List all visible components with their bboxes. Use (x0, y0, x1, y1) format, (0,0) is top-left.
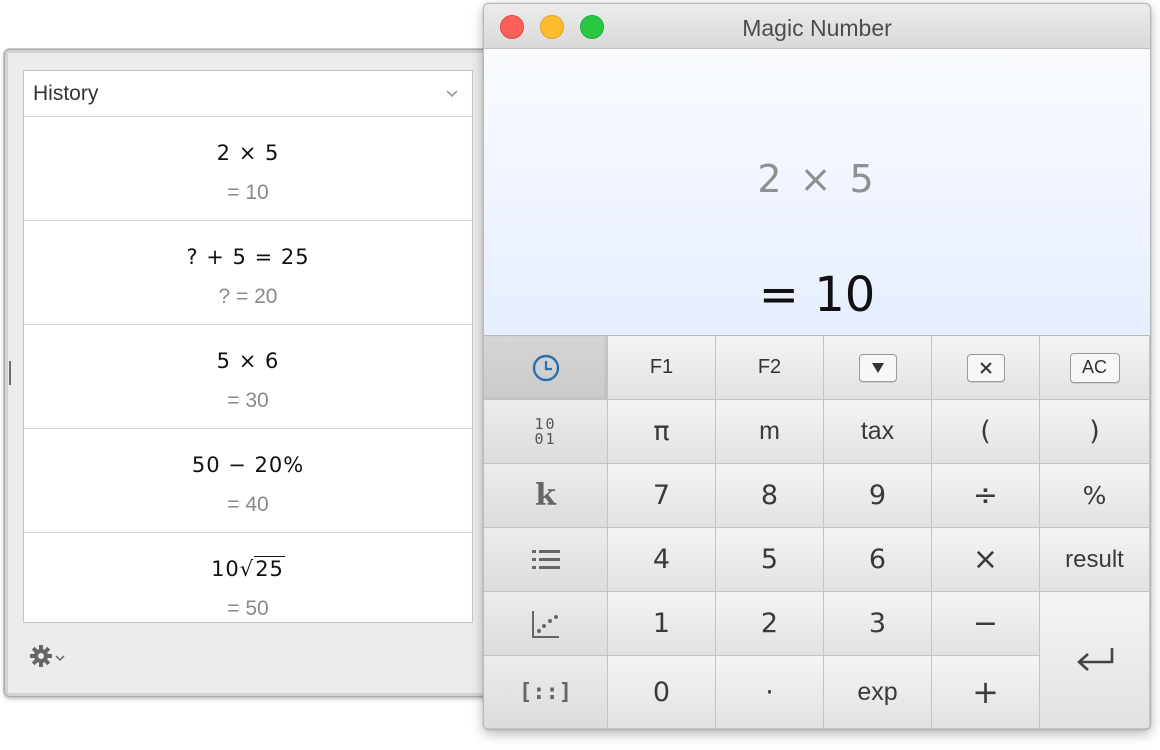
history-entry[interactable]: 5 × 6 = 30 (24, 325, 472, 429)
zero-button[interactable]: 0 (608, 656, 716, 729)
history-entry[interactable]: 10√25 = 50 (24, 533, 472, 622)
expression-coefficient: 10 (211, 557, 240, 581)
drawer-resize-handle[interactable] (9, 361, 11, 385)
triangle-down-icon (858, 353, 897, 382)
close-icon (966, 353, 1005, 382)
history-entry[interactable]: 50 − 20% = 40 (24, 429, 472, 533)
list-icon (531, 549, 560, 569)
right-paren-button[interactable]: ) (1040, 400, 1150, 464)
seven-button[interactable]: 7 (608, 464, 716, 528)
all-clear-button[interactable]: AC (1040, 336, 1150, 400)
gear-icon[interactable] (29, 644, 69, 668)
plus-button[interactable]: + (932, 656, 1040, 729)
scatter-plot-icon (531, 610, 559, 638)
history-entry[interactable]: ? + 5 = 25 ? = 20 (24, 221, 472, 325)
keypad: F1 F2 AC 10 01 π m tax ( ) k 7 8 9 ÷ % 4… (484, 336, 1150, 729)
calculator-display: 2 × 5 = 10 (484, 49, 1150, 336)
exp-button[interactable]: exp (824, 656, 932, 729)
display-result: = 10 (758, 267, 876, 323)
one-button[interactable]: 1 (608, 592, 716, 656)
multiply-button[interactable]: × (932, 528, 1040, 592)
calculator-window: Magic Number 2 × 5 = 10 F1 F2 AC 10 01 π… (483, 3, 1151, 730)
title-bar[interactable]: Magic Number (484, 4, 1150, 49)
ac-label: AC (1069, 352, 1120, 383)
history-result: ? = 20 (218, 285, 278, 308)
pi-button[interactable]: π (608, 400, 716, 464)
f1-button[interactable]: F1 (608, 336, 716, 400)
decimal-button[interactable]: · (716, 656, 824, 729)
history-entry[interactable]: 2 × 5 = 10 (24, 117, 472, 221)
history-result: = 30 (227, 389, 269, 412)
radicand: 25 (254, 556, 285, 581)
chevron-down-icon (446, 90, 458, 98)
history-result: = 40 (227, 493, 269, 516)
window-title: Magic Number (742, 15, 892, 41)
divide-button[interactable]: ÷ (932, 464, 1040, 528)
scatter-plot-button[interactable] (484, 592, 608, 656)
binary-icon-bottom: 01 (534, 429, 557, 448)
binary-mode-button[interactable]: 10 01 (484, 400, 608, 464)
percent-button[interactable]: % (1040, 464, 1150, 528)
five-button[interactable]: 5 (716, 528, 824, 592)
history-drawer: History 2 × 5 = 10 ? + 5 = 25 ? = 20 5 ×… (4, 49, 506, 697)
eight-button[interactable]: 8 (716, 464, 824, 528)
history-expression: ? + 5 = 25 (186, 245, 310, 269)
list-button[interactable] (484, 528, 608, 592)
clock-icon (532, 354, 559, 381)
history-expression: 50 − 20% (191, 453, 305, 477)
square-root: √25 (239, 556, 285, 581)
enter-button[interactable] (1040, 592, 1150, 729)
dropdown-button[interactable] (824, 336, 932, 400)
history-expression: 2 × 5 (216, 141, 280, 165)
display-expression: 2 × 5 (757, 157, 877, 201)
delete-button[interactable] (932, 336, 1040, 400)
history-expression: 10√25 (24, 556, 472, 581)
memory-button[interactable]: m (716, 400, 824, 464)
history-dropdown[interactable]: History (24, 71, 472, 117)
six-button[interactable]: 6 (824, 528, 932, 592)
left-paren-button[interactable]: ( (932, 400, 1040, 464)
radical-sign: √ (239, 557, 255, 581)
nine-button[interactable]: 9 (824, 464, 932, 528)
matrix-button[interactable]: [::] (484, 656, 608, 729)
binary-icon: 10 01 (534, 416, 557, 448)
history-result: = 10 (227, 181, 269, 204)
constants-button[interactable]: k (484, 464, 608, 528)
return-icon (1076, 648, 1113, 671)
tax-button[interactable]: tax (824, 400, 932, 464)
history-toggle-button[interactable] (484, 336, 608, 400)
history-expression: 5 × 6 (216, 349, 280, 373)
two-button[interactable]: 2 (716, 592, 824, 656)
four-button[interactable]: 4 (608, 528, 716, 592)
history-title: History (33, 82, 99, 105)
result-button[interactable]: result (1040, 528, 1150, 592)
minus-button[interactable]: − (932, 592, 1040, 656)
three-button[interactable]: 3 (824, 592, 932, 656)
history-result: = 50 (227, 597, 269, 620)
history-panel: History 2 × 5 = 10 ? + 5 = 25 ? = 20 5 ×… (23, 70, 473, 623)
f2-button[interactable]: F2 (716, 336, 824, 400)
